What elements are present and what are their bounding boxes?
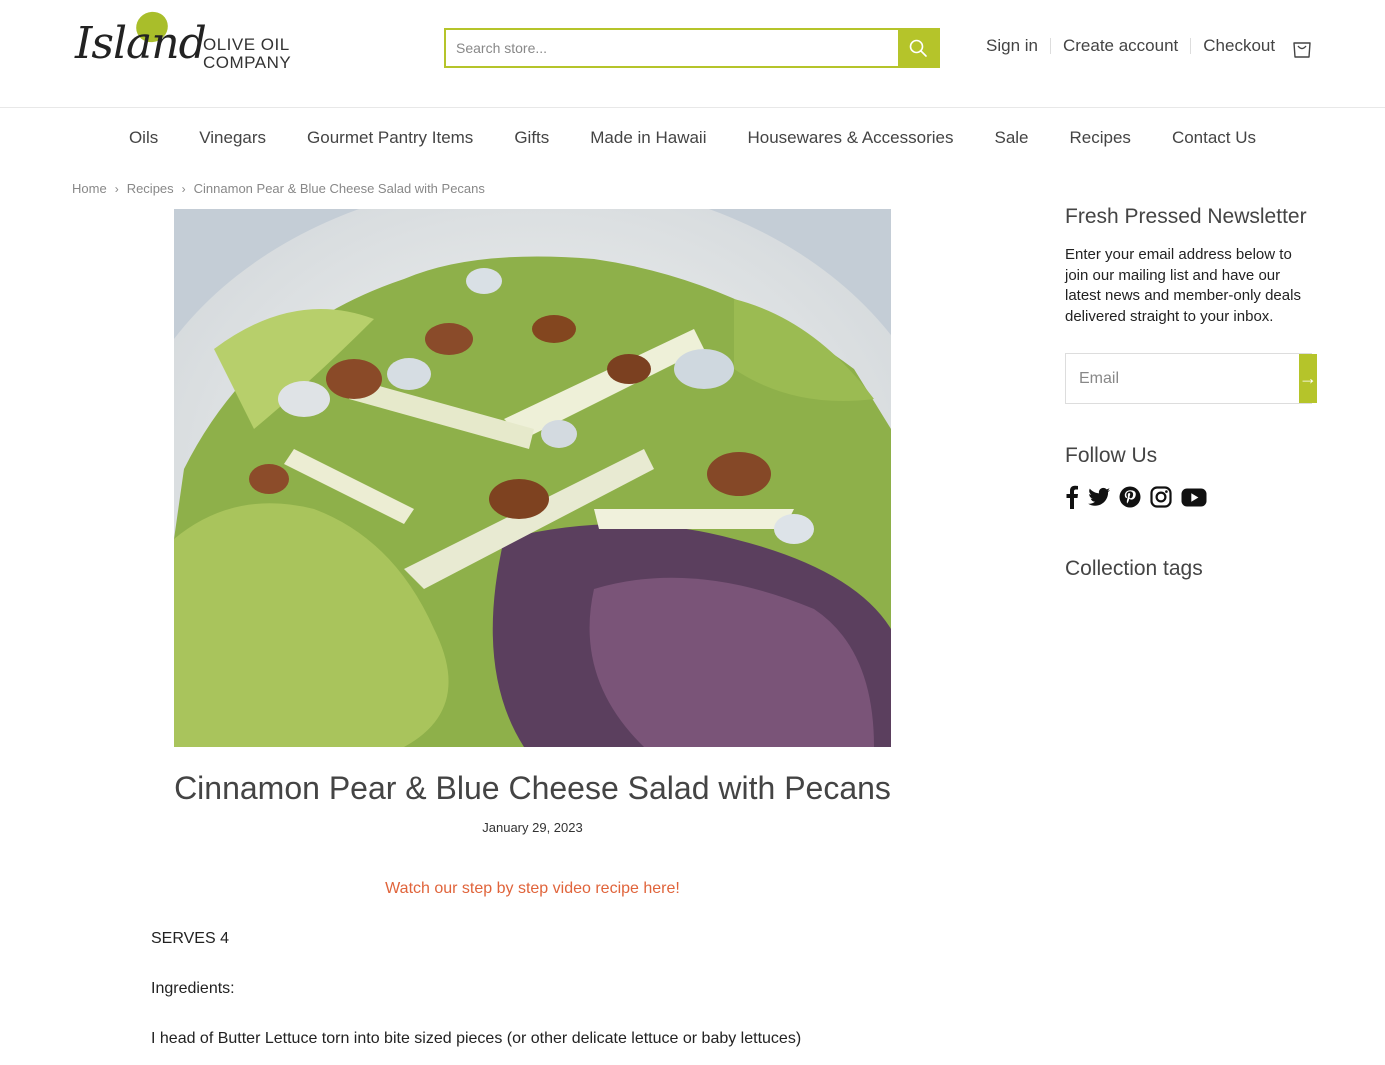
logo-line-1: OLIVE OIL	[203, 35, 290, 54]
divider	[1049, 38, 1051, 54]
nav-item-contact[interactable]: Contact Us	[1172, 128, 1256, 148]
cart-button[interactable]	[1291, 37, 1313, 59]
cart-icon	[1293, 42, 1311, 58]
nav-item-gourmet-pantry[interactable]: Gourmet Pantry Items	[307, 128, 473, 148]
nav-item-sale[interactable]: Sale	[994, 128, 1028, 148]
breadcrumb: Home › Recipes › Cinnamon Pear & Blue Ch…	[72, 181, 485, 196]
sign-in-link[interactable]: Sign in	[986, 36, 1038, 56]
sidebar: Fresh Pressed Newsletter Enter your emai…	[1065, 205, 1317, 581]
ingredient-item: I head of Butter Lettuce torn into bite …	[151, 1030, 802, 1047]
logo-line-2: COMPANY	[203, 53, 292, 72]
search-icon	[909, 39, 927, 57]
video-recipe-link[interactable]: Watch our step by step video recipe here…	[150, 880, 915, 898]
facebook-link[interactable]	[1065, 485, 1079, 509]
logo[interactable]: Island OLIVE OIL COMPANY	[75, 6, 300, 82]
salad-photo	[174, 209, 891, 747]
breadcrumb-home[interactable]: Home	[72, 181, 107, 196]
collection-tags-title: Collection tags	[1065, 557, 1203, 580]
search-input[interactable]	[446, 30, 898, 66]
instagram-link[interactable]	[1150, 486, 1172, 508]
nav-item-made-in-hawaii[interactable]: Made in Hawaii	[590, 128, 706, 148]
search-button[interactable]	[898, 30, 938, 66]
logo-script: Island	[75, 18, 207, 69]
account-nav: Sign in Create account Checkout	[986, 36, 1275, 56]
twitter-link[interactable]	[1088, 487, 1110, 507]
chevron-right-icon: ›	[181, 181, 186, 196]
pinterest-icon	[1119, 486, 1141, 508]
site-header: Island OLIVE OIL COMPANY Sign in Create …	[0, 0, 1385, 108]
checkout-link[interactable]: Checkout	[1203, 36, 1275, 56]
article-date: January 29, 2023	[482, 820, 583, 835]
youtube-link[interactable]	[1181, 488, 1207, 507]
subscribe-button[interactable]: →	[1299, 354, 1317, 403]
serves-text: SERVES 4	[151, 930, 229, 947]
recipe-hero-image	[174, 209, 891, 747]
twitter-icon	[1088, 487, 1110, 506]
newsletter-form: →	[1065, 353, 1317, 404]
article-title: Cinnamon Pear & Blue Cheese Salad with P…	[174, 770, 891, 806]
nav-item-gifts[interactable]: Gifts	[514, 128, 549, 148]
chevron-right-icon: ›	[114, 181, 119, 196]
facebook-icon	[1066, 485, 1078, 509]
follow-us-title: Follow Us	[1065, 444, 1158, 467]
nav-item-vinegars[interactable]: Vinegars	[199, 128, 266, 148]
instagram-icon	[1150, 486, 1172, 508]
logo-text: OLIVE OIL COMPANY	[203, 36, 291, 72]
create-account-link[interactable]: Create account	[1063, 36, 1178, 56]
nav-item-housewares[interactable]: Housewares & Accessories	[748, 128, 954, 148]
main-nav: Oils Vinegars Gourmet Pantry Items Gifts…	[0, 108, 1385, 168]
breadcrumb-current: Cinnamon Pear & Blue Cheese Salad with P…	[193, 181, 485, 196]
youtube-icon	[1181, 488, 1207, 506]
newsletter-title: Fresh Pressed Newsletter	[1065, 205, 1307, 228]
social-links	[1065, 485, 1315, 509]
pinterest-link[interactable]	[1119, 486, 1141, 508]
newsletter-text: Enter your email address below to join o…	[1065, 246, 1301, 325]
ingredients-heading: Ingredients:	[151, 980, 235, 997]
email-field[interactable]	[1066, 354, 1299, 403]
breadcrumb-recipes[interactable]: Recipes	[127, 181, 174, 196]
nav-item-recipes[interactable]: Recipes	[1070, 128, 1131, 148]
arrow-right-icon: →	[1299, 368, 1317, 388]
nav-item-oils[interactable]: Oils	[129, 128, 158, 148]
search-bar	[444, 28, 940, 68]
divider	[1190, 38, 1192, 54]
